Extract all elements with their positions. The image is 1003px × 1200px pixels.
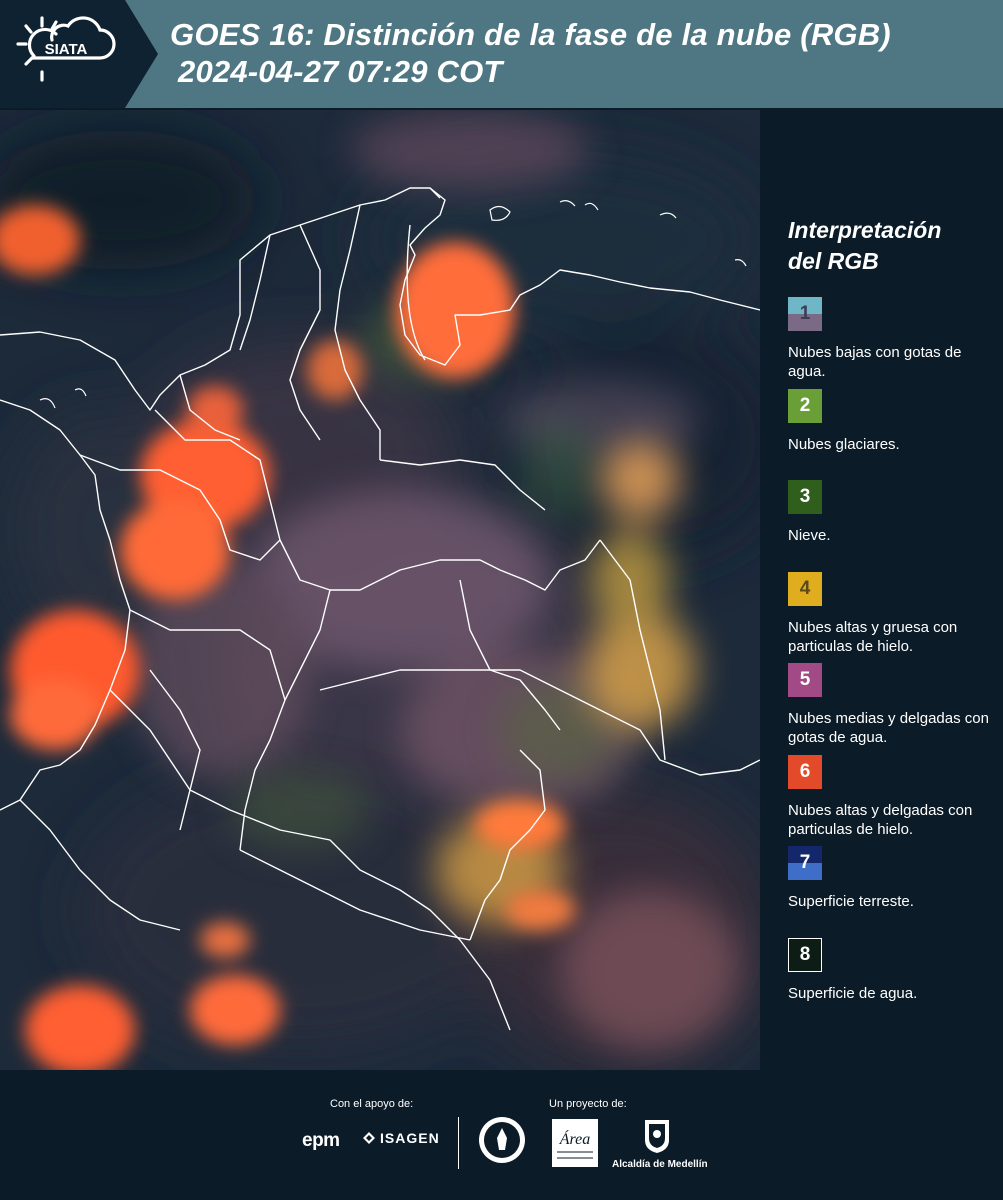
legend-label: Superficie de agua. <box>788 984 918 1002</box>
isagen-logo[interactable]: ISAGEN <box>362 1130 440 1146</box>
legend-item: 1 Nubes bajas con gotas de agua. <box>788 297 993 389</box>
page-title: GOES 16: Distinción de la fase de la nub… <box>170 16 891 90</box>
legend-item: 4 Nubes altas y gruesa con particulas de … <box>788 571 993 664</box>
epm-logo[interactable]: epm <box>302 1130 340 1152</box>
isagen-label: ISAGEN <box>380 1130 440 1146</box>
svg-text:SIATA: SIATA <box>45 41 88 58</box>
legend-item: 8 Superficie de agua. <box>788 937 993 1030</box>
legend-title: Interpretación del RGB <box>788 215 993 277</box>
legend-item: 6 Nubes altas y delgadas con particulas d… <box>788 754 993 847</box>
legend-item: 3 Nieve. <box>788 480 993 572</box>
legend-label: Nubes altas y delgadas con particulas de… <box>788 801 973 838</box>
title-product: GOES 16: Distinción de la fase de la nub… <box>170 17 891 52</box>
legend-item: 5 Nubes medias y delgadas con gotas de ag… <box>788 663 993 755</box>
satellite-map[interactable] <box>0 110 760 1070</box>
rgb-legend: Interpretación del RGB 1 Nubes bajas con … <box>788 215 993 1029</box>
area-metropolitana-logo[interactable]: Área <box>551 1118 599 1168</box>
legend-swatch: 1 <box>788 297 822 331</box>
siata-logo[interactable]: SIATA <box>16 14 126 94</box>
legend-label: Nieve. <box>788 527 831 544</box>
legend-items: 1 Nubes bajas con gotas de agua. 2 Nubes gl… <box>788 297 993 1029</box>
footer: Con el apoyo de: Un proyecto de: epm ISA… <box>0 1070 1003 1200</box>
university-seal-icon[interactable] <box>477 1114 527 1170</box>
legend-item: 2 Nubes glaciares. <box>788 388 993 481</box>
legend-label: Nubes glaciares. <box>788 435 900 453</box>
footer-divider <box>458 1117 459 1169</box>
legend-label: Nubes bajas con gotas de agua. <box>788 344 962 380</box>
isagen-mark-icon <box>363 1132 375 1144</box>
rgb-cloud-phase-image <box>0 110 760 1070</box>
title-timestamp: 2024-04-27 07:29 COT <box>178 54 503 89</box>
alcaldia-label: Alcaldía de Medellín <box>612 1159 708 1170</box>
legend-swatch: 5 <box>788 663 822 697</box>
legend-title-line1: Interpretación <box>788 217 942 243</box>
medellin-shield-icon[interactable] <box>643 1118 671 1154</box>
header: SIATA GOES 16: Distinción de la fase de … <box>0 0 1003 108</box>
sun-cloud-icon: SIATA <box>16 16 116 82</box>
legend-item: 7 Superficie terreste. <box>788 846 993 938</box>
svg-text:Área: Área <box>559 1129 591 1148</box>
legend-swatch: 8 <box>788 937 822 972</box>
legend-swatch: 3 <box>788 480 822 514</box>
legend-swatch: 2 <box>788 388 822 423</box>
legend-label: Nubes altas y gruesa con particulas de h… <box>788 618 958 655</box>
legend-swatch: 7 <box>788 846 822 880</box>
legend-title-line2: del RGB <box>788 248 879 274</box>
legend-label: Superficie terreste. <box>788 893 914 910</box>
project-label: Un proyecto de: <box>549 1098 627 1110</box>
legend-swatch: 4 <box>788 571 822 606</box>
support-label: Con el apoyo de: <box>330 1098 414 1110</box>
legend-label: Nubes medias y delgadas con gotas de agu… <box>788 710 989 746</box>
legend-swatch: 6 <box>788 754 822 789</box>
